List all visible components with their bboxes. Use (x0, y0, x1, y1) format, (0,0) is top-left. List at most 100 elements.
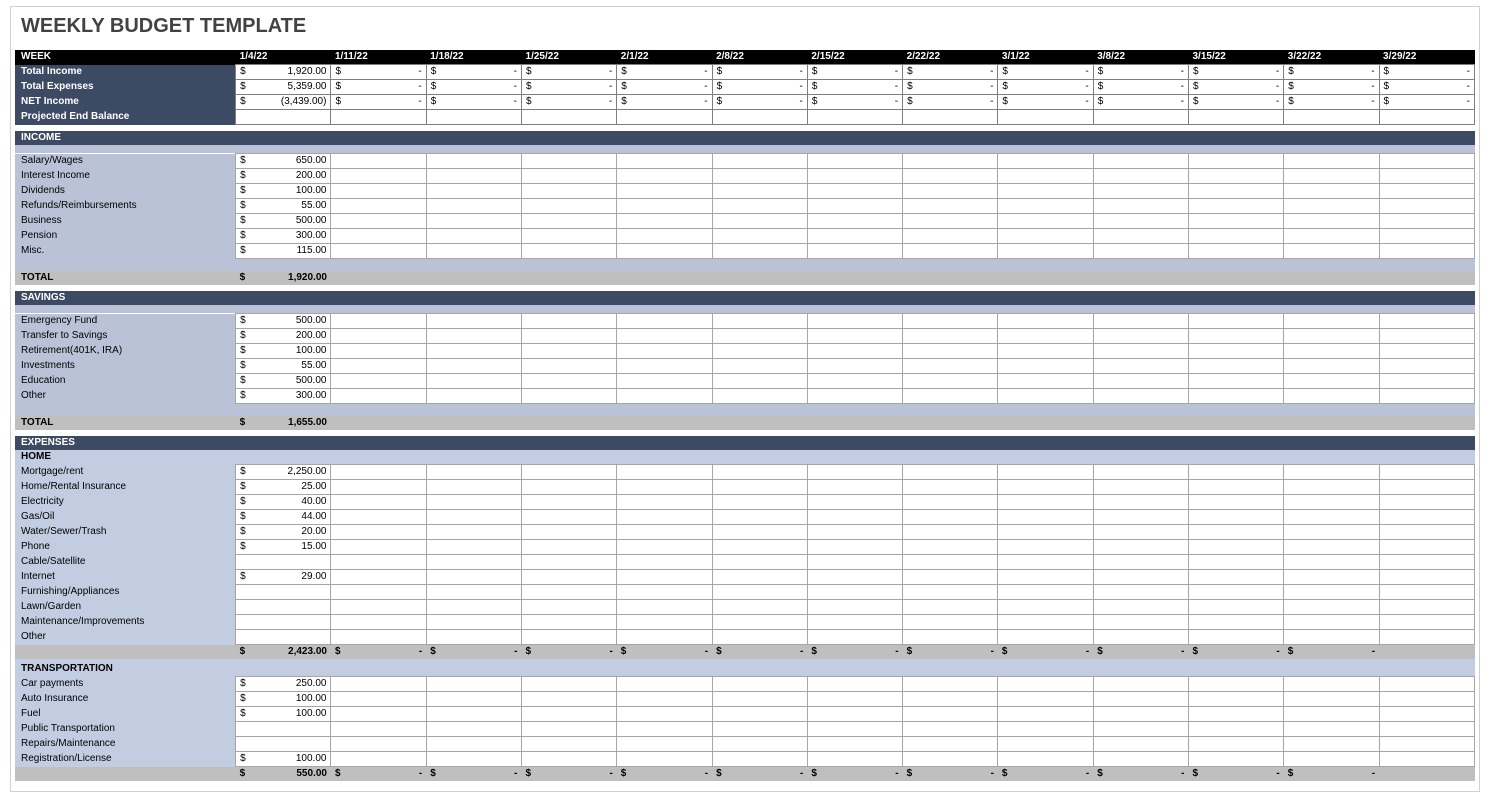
input-cell[interactable] (1093, 199, 1188, 214)
input-cell[interactable] (1284, 615, 1379, 630)
input-cell[interactable] (236, 555, 331, 570)
input-cell[interactable] (1284, 229, 1379, 244)
input-cell[interactable] (807, 510, 902, 525)
input-cell[interactable] (712, 465, 807, 480)
money-cell[interactable]: $100.00 (236, 184, 331, 199)
input-cell[interactable] (331, 389, 426, 404)
input-cell[interactable] (331, 570, 426, 585)
input-cell[interactable] (712, 329, 807, 344)
input-cell[interactable] (617, 214, 712, 229)
input-cell[interactable] (426, 359, 521, 374)
input-cell[interactable] (807, 585, 902, 600)
money-cell[interactable]: $500.00 (236, 374, 331, 389)
input-cell[interactable] (903, 752, 998, 767)
input-cell[interactable] (1188, 214, 1283, 229)
input-cell[interactable] (426, 465, 521, 480)
input-cell[interactable] (426, 214, 521, 229)
input-cell[interactable] (522, 199, 617, 214)
input-cell[interactable] (522, 480, 617, 495)
input-cell[interactable] (903, 344, 998, 359)
input-cell[interactable] (1093, 329, 1188, 344)
input-cell[interactable] (712, 480, 807, 495)
input-cell[interactable] (331, 555, 426, 570)
input-cell[interactable] (903, 570, 998, 585)
input-cell[interactable] (1379, 244, 1474, 259)
input-cell[interactable] (807, 154, 902, 169)
input-cell[interactable] (998, 465, 1093, 480)
input-cell[interactable] (998, 737, 1093, 752)
input-cell[interactable] (712, 510, 807, 525)
input-cell[interactable] (1093, 495, 1188, 510)
input-cell[interactable] (903, 465, 998, 480)
input-cell[interactable] (712, 359, 807, 374)
input-cell[interactable] (426, 585, 521, 600)
input-cell[interactable] (998, 510, 1093, 525)
input-cell[interactable] (426, 480, 521, 495)
input-cell[interactable] (617, 525, 712, 540)
input-cell[interactable] (807, 344, 902, 359)
money-cell[interactable]: $29.00 (236, 570, 331, 585)
input-cell[interactable] (1379, 737, 1474, 752)
input-cell[interactable] (1284, 244, 1379, 259)
input-cell[interactable] (903, 707, 998, 722)
cell[interactable] (522, 110, 617, 125)
input-cell[interactable] (617, 510, 712, 525)
cell[interactable] (998, 110, 1093, 125)
input-cell[interactable] (1379, 600, 1474, 615)
cell[interactable] (1284, 110, 1379, 125)
input-cell[interactable] (998, 585, 1093, 600)
input-cell[interactable] (1188, 329, 1283, 344)
input-cell[interactable] (1379, 374, 1474, 389)
input-cell[interactable] (1284, 600, 1379, 615)
input-cell[interactable] (1093, 169, 1188, 184)
input-cell[interactable] (998, 615, 1093, 630)
input-cell[interactable] (998, 600, 1093, 615)
input-cell[interactable] (426, 184, 521, 199)
cell[interactable] (712, 110, 807, 125)
input-cell[interactable] (1379, 465, 1474, 480)
input-cell[interactable] (522, 154, 617, 169)
input-cell[interactable] (807, 214, 902, 229)
input-cell[interactable] (331, 154, 426, 169)
input-cell[interactable] (998, 359, 1093, 374)
input-cell[interactable] (807, 570, 902, 585)
cell[interactable] (807, 110, 902, 125)
input-cell[interactable] (1188, 359, 1283, 374)
input-cell[interactable] (1188, 314, 1283, 329)
input-cell[interactable] (998, 374, 1093, 389)
input-cell[interactable] (331, 630, 426, 645)
input-cell[interactable] (1188, 525, 1283, 540)
input-cell[interactable] (1188, 737, 1283, 752)
input-cell[interactable] (807, 359, 902, 374)
input-cell[interactable] (426, 600, 521, 615)
money-cell[interactable]: $500.00 (236, 314, 331, 329)
input-cell[interactable] (1284, 722, 1379, 737)
input-cell[interactable] (1284, 692, 1379, 707)
input-cell[interactable] (807, 199, 902, 214)
input-cell[interactable] (522, 314, 617, 329)
input-cell[interactable] (331, 359, 426, 374)
input-cell[interactable] (617, 389, 712, 404)
input-cell[interactable] (426, 752, 521, 767)
input-cell[interactable] (1379, 199, 1474, 214)
input-cell[interactable] (903, 329, 998, 344)
input-cell[interactable] (522, 525, 617, 540)
input-cell[interactable] (1188, 615, 1283, 630)
input-cell[interactable] (1093, 722, 1188, 737)
input-cell[interactable] (1093, 737, 1188, 752)
input-cell[interactable] (903, 214, 998, 229)
input-cell[interactable] (426, 692, 521, 707)
input-cell[interactable] (1093, 570, 1188, 585)
input-cell[interactable] (1093, 214, 1188, 229)
input-cell[interactable] (1284, 374, 1379, 389)
input-cell[interactable] (1284, 570, 1379, 585)
input-cell[interactable] (522, 465, 617, 480)
input-cell[interactable] (426, 374, 521, 389)
input-cell[interactable] (617, 244, 712, 259)
input-cell[interactable] (807, 677, 902, 692)
input-cell[interactable] (331, 344, 426, 359)
input-cell[interactable] (426, 722, 521, 737)
cell[interactable] (1379, 110, 1474, 125)
input-cell[interactable] (522, 692, 617, 707)
input-cell[interactable] (1188, 169, 1283, 184)
